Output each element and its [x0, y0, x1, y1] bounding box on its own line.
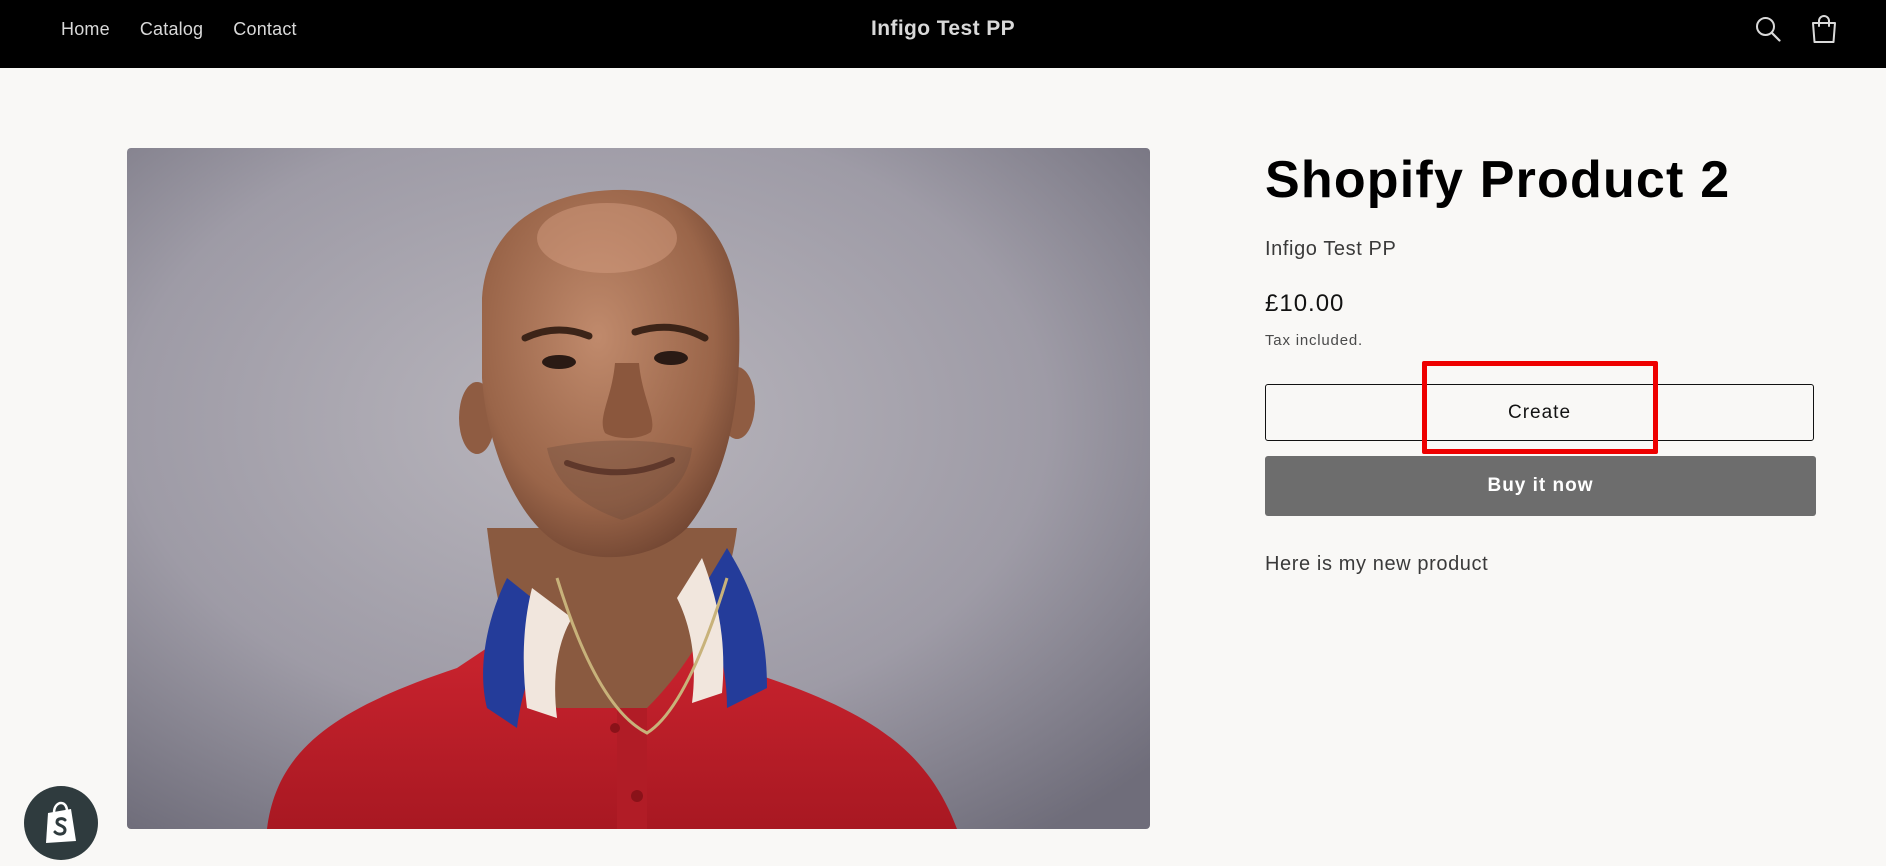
- store-name[interactable]: Infigo Test PP: [0, 17, 1886, 41]
- shopify-bag-icon: [46, 801, 76, 843]
- product-description: Here is my new product: [1265, 553, 1489, 575]
- product-photo-portrait: [127, 148, 1150, 829]
- search-icon[interactable]: [1754, 15, 1782, 43]
- product-vendor: Infigo Test PP: [1265, 238, 1397, 260]
- tax-note: Tax included.: [1265, 332, 1363, 349]
- product-title: Shopify Product 2: [1265, 151, 1731, 209]
- product-image[interactable]: [127, 148, 1150, 829]
- product-info: Shopify Product 2 Infigo Test PP £10.00 …: [1265, 148, 1816, 575]
- buy-it-now-button[interactable]: Buy it now: [1265, 456, 1816, 516]
- highlight-box: [1422, 361, 1658, 454]
- shopify-badge[interactable]: [24, 786, 98, 860]
- site-header: Home Catalog Contact Infigo Test PP: [0, 0, 1886, 68]
- cart-icon[interactable]: [1809, 13, 1839, 45]
- product-price: £10.00: [1265, 290, 1345, 317]
